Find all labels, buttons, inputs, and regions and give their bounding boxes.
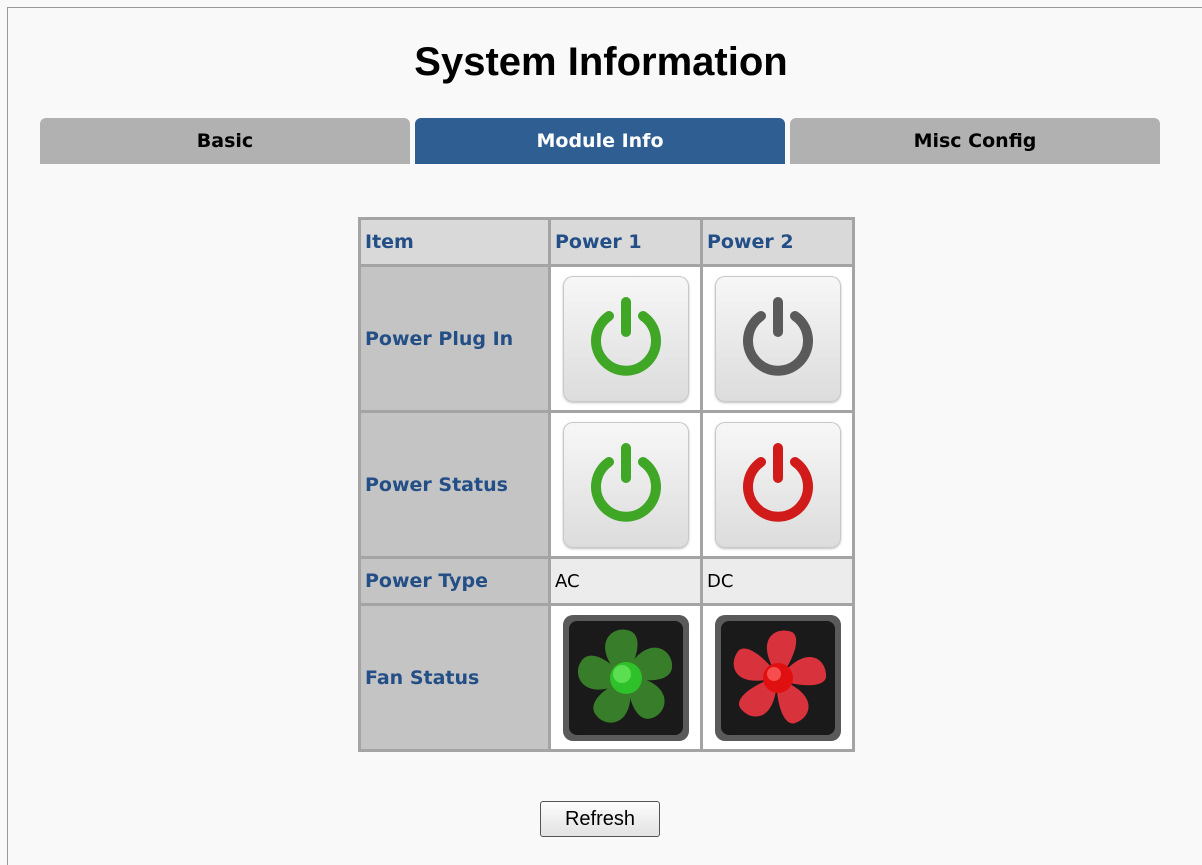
tab-misc-config[interactable]: Misc Config — [790, 118, 1160, 164]
table-row-power-plug-in: Power Plug In — [358, 264, 855, 413]
header-power-2: Power 2 — [700, 217, 855, 267]
fan-icon-green — [562, 614, 689, 741]
cell-fan-power-2 — [700, 603, 855, 752]
row-label-power-plug-in: Power Plug In — [358, 264, 551, 413]
tab-basic[interactable]: Basic — [40, 118, 410, 164]
cell-fan-power-1 — [548, 603, 703, 752]
row-label-power-type: Power Type — [358, 556, 551, 606]
row-label-power-status: Power Status — [358, 410, 551, 559]
header-power-1: Power 1 — [548, 217, 703, 267]
refresh-button[interactable]: Refresh — [540, 801, 660, 837]
page-title: System Information — [414, 40, 788, 84]
module-info-table: Item Power 1 Power 2 Power Plug In Power… — [358, 217, 855, 752]
power-type-1: AC — [548, 556, 703, 606]
tab-module-info[interactable]: Module Info — [415, 118, 785, 164]
power-icon-gray — [714, 275, 841, 402]
power-type-2: DC — [700, 556, 855, 606]
power-icon-red — [714, 421, 841, 548]
cell-status-power-2 — [700, 410, 855, 559]
table-row-power-status: Power Status — [358, 410, 855, 559]
row-label-fan-status: Fan Status — [358, 603, 551, 752]
table-row-fan-status: Fan Status — [358, 603, 855, 752]
table-row-power-type: Power Type AC DC — [358, 556, 855, 606]
header-item: Item — [358, 217, 551, 267]
fan-icon-red — [714, 614, 841, 741]
cell-plug-in-power-2 — [700, 264, 855, 413]
cell-plug-in-power-1 — [548, 264, 703, 413]
table-header-row: Item Power 1 Power 2 — [358, 217, 855, 267]
tab-bar: Basic Module Info Misc Config — [40, 118, 1160, 164]
power-icon-green — [562, 421, 689, 548]
power-icon-green — [562, 275, 689, 402]
cell-status-power-1 — [548, 410, 703, 559]
